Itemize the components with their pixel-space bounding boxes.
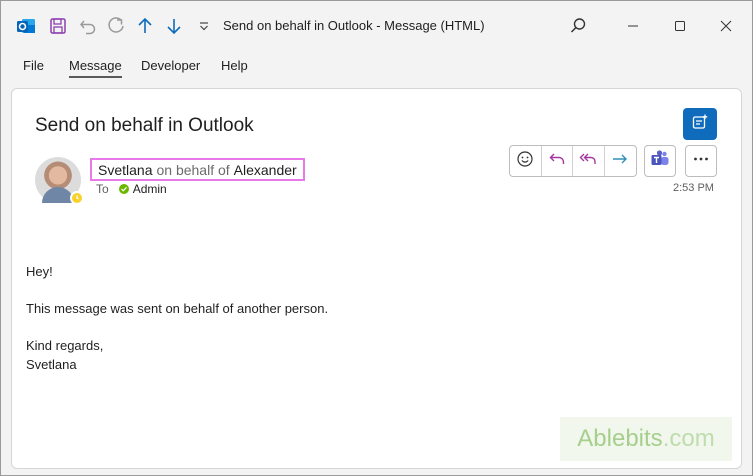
reply-icon <box>548 150 566 173</box>
ribbon-tabs: File Message Developer Help <box>1 51 752 81</box>
next-item-icon[interactable] <box>163 15 185 37</box>
emoji-react-icon <box>516 150 534 173</box>
on-behalf-text: on behalf of <box>156 161 230 178</box>
message-body: Hey! This message was sent on behalf of … <box>26 262 328 374</box>
tab-help[interactable]: Help <box>221 58 248 73</box>
ablebits-watermark: Ablebits .com <box>560 417 732 461</box>
body-closing: Kind regards, <box>26 338 104 353</box>
tab-developer[interactable]: Developer <box>141 58 200 73</box>
minimize-icon[interactable] <box>620 13 646 39</box>
forward-button[interactable] <box>605 146 636 176</box>
customize-toolbar-icon[interactable] <box>193 15 215 37</box>
avatar[interactable] <box>35 157 84 205</box>
message-actions-group <box>509 145 637 177</box>
maximize-icon[interactable] <box>667 13 693 39</box>
received-time: 2:53 PM <box>673 182 714 194</box>
outlook-app-icon <box>15 15 37 37</box>
tab-file[interactable]: File <box>23 58 44 73</box>
emoji-react-button[interactable] <box>510 146 542 176</box>
window-title: Send on behalf in Outlook - Message (HTM… <box>223 18 485 33</box>
teams-chat-button[interactable] <box>644 145 676 177</box>
outlook-message-window: Send on behalf in Outlook - Message (HTM… <box>0 0 753 476</box>
title-bar: Send on behalf in Outlook - Message (HTM… <box>1 1 752 51</box>
sender-line[interactable]: Svetlana on behalf of Alexander <box>90 158 305 181</box>
reply-button[interactable] <box>542 146 573 176</box>
search-icon[interactable] <box>567 15 589 37</box>
previous-item-icon[interactable] <box>134 15 156 37</box>
undo-icon[interactable] <box>77 15 99 37</box>
save-icon[interactable] <box>47 15 69 37</box>
body-line: This message was sent on behalf of anoth… <box>26 301 329 316</box>
body-signature: Svetlana <box>26 357 77 372</box>
more-actions-icon <box>692 150 710 173</box>
more-actions-button[interactable] <box>685 145 717 177</box>
watermark-suffix: .com <box>662 425 715 452</box>
reply-all-button[interactable] <box>573 146 605 176</box>
body-greeting: Hey! <box>26 264 53 279</box>
close-icon[interactable] <box>713 13 739 39</box>
reading-pane: Send on behalf in Outlook Svetlana on be… <box>11 88 742 469</box>
reply-all-icon <box>579 150 597 173</box>
sender-name[interactable]: Svetlana <box>98 162 152 178</box>
recipient-available-icon <box>118 184 129 194</box>
watermark-brand: Ablebits <box>577 425 663 452</box>
new-message-button[interactable] <box>683 108 717 140</box>
to-label: To <box>96 182 109 196</box>
forward-icon <box>611 150 629 173</box>
teams-icon <box>650 149 670 174</box>
delegator-name[interactable]: Alexander <box>234 162 297 178</box>
recipients-line: To Admin <box>96 182 167 196</box>
recipient-name[interactable]: Admin <box>133 182 167 196</box>
redo-icon[interactable] <box>105 15 127 37</box>
avatar-shoulders <box>42 187 74 203</box>
new-message-icon <box>691 113 709 136</box>
tab-message[interactable]: Message <box>69 58 122 78</box>
message-subject: Send on behalf in Outlook <box>35 115 254 136</box>
presence-away-icon <box>70 191 84 205</box>
